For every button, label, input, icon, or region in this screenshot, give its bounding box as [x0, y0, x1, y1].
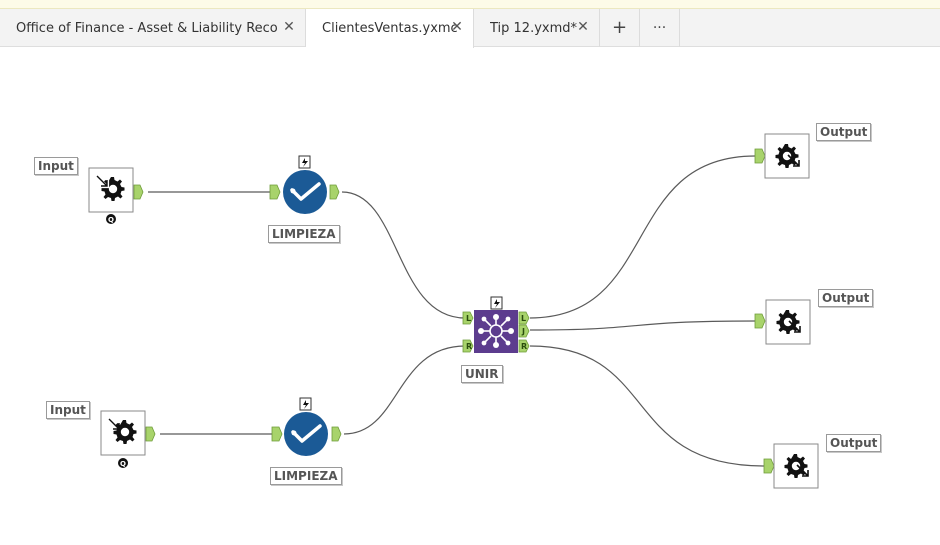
tab-office-of-finance[interactable]: Office of Finance - Asset & Liability Re… — [0, 9, 306, 47]
output-gear-icon — [784, 454, 808, 478]
input-gear-icon — [101, 177, 125, 201]
tab-label: Tip 12.yxmd* — [490, 20, 578, 36]
connection-join-output3 — [529, 345, 765, 467]
new-tab-button[interactable]: + — [600, 9, 640, 47]
workflow-canvas[interactable]: Q Q L R L J R Input Input LIMPIEZA LIMPI… — [0, 48, 940, 545]
anchor-label: R — [466, 342, 472, 351]
output-tool-label: Output — [818, 289, 874, 307]
tab-clientes-ventas[interactable]: ClientesVentas.yxmc ✕ — [306, 9, 474, 48]
anchor-label: J — [521, 327, 525, 336]
join-tool[interactable]: L R L J R — [462, 296, 530, 353]
input-tool-2[interactable]: Q — [100, 410, 156, 468]
cleanse-tool-label: LIMPIEZA — [270, 467, 342, 485]
output-tool-label: Output — [826, 434, 882, 452]
output-anchor — [331, 426, 342, 442]
close-icon[interactable]: ✕ — [281, 19, 297, 35]
output-tool-3[interactable] — [763, 443, 819, 489]
tab-label: Office of Finance - Asset & Liability Re… — [16, 20, 278, 36]
input-anchor — [754, 148, 766, 164]
input-tool-label: Input — [46, 401, 90, 419]
output-tool-1[interactable] — [754, 133, 810, 179]
output-tool-label: Output — [816, 123, 872, 141]
input-tool-1[interactable]: Q — [88, 167, 144, 224]
input-anchor — [269, 184, 281, 200]
close-icon[interactable]: ✕ — [449, 19, 465, 35]
input-tool-label: Input — [34, 157, 78, 175]
connections-layer: Q Q L R L J R — [88, 133, 819, 489]
connection-join-output1 — [529, 155, 756, 319]
connection-cleanse2-join-right — [343, 345, 466, 435]
close-icon[interactable]: ✕ — [575, 19, 591, 35]
output-gear-icon — [776, 310, 800, 334]
tab-bar: Office of Finance - Asset & Liability Re… — [0, 9, 940, 48]
badge-text: Q — [120, 460, 126, 468]
output-anchor — [145, 426, 156, 442]
data-cleansing-icon — [284, 412, 328, 456]
anchor-label: L — [466, 314, 471, 323]
connection-lines — [148, 155, 765, 467]
cleanse-tool-2[interactable] — [271, 397, 342, 456]
anchor-label: L — [521, 314, 526, 323]
more-tabs-button[interactable]: ··· — [640, 9, 680, 47]
input-anchor — [271, 426, 283, 442]
connection-join-output2 — [529, 320, 756, 331]
tab-tip-12[interactable]: Tip 12.yxmd* ✕ — [474, 9, 600, 47]
data-cleansing-icon — [283, 170, 327, 214]
top-strip — [0, 0, 940, 9]
tab-label: ClientesVentas.yxmc — [322, 21, 458, 36]
input-gear-icon — [113, 420, 137, 444]
cleanse-tool-label: LIMPIEZA — [268, 225, 340, 243]
output-anchor — [329, 184, 340, 200]
cleanse-tool-1[interactable] — [269, 155, 340, 214]
output-tool-2[interactable] — [754, 299, 811, 345]
badge-text: Q — [108, 216, 114, 224]
anchor-label: R — [521, 342, 527, 351]
output-anchor — [133, 184, 144, 200]
input-anchor — [763, 458, 775, 474]
connection-cleanse1-join-left — [341, 191, 466, 319]
input-anchor — [754, 313, 766, 329]
output-gear-icon — [775, 144, 799, 168]
join-tool-label: UNIR — [461, 365, 503, 383]
